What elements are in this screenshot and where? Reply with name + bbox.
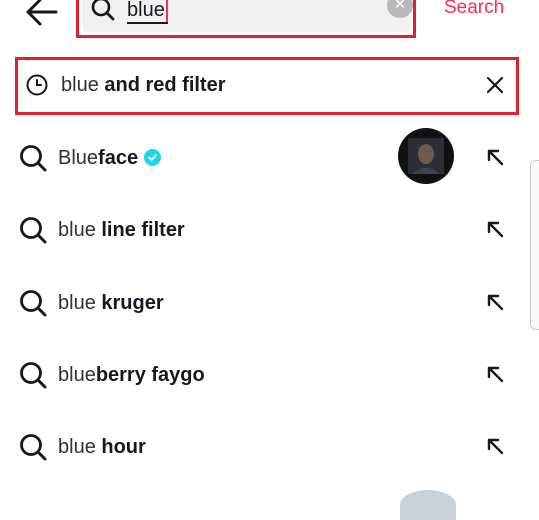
- search-button[interactable]: Search: [444, 0, 504, 20]
- search-icon: [20, 434, 47, 461]
- suggestion-suffix: face: [98, 147, 139, 169]
- top-bar: blue ✕ Search: [0, 0, 539, 44]
- back-arrow-icon: [26, 0, 58, 26]
- suggestion-prefix: blue: [58, 219, 96, 241]
- suggestion-suffix: hour: [95, 436, 146, 458]
- history-suffix: and red filter: [98, 74, 226, 96]
- close-icon: ✕: [393, 0, 407, 13]
- search-bar-highlight: blue ✕: [76, 0, 416, 38]
- suggestion-item[interactable]: blue kruger: [0, 288, 539, 360]
- suggestion-item[interactable]: blue line filter: [0, 215, 539, 287]
- history-text: blue and red filter: [61, 73, 226, 97]
- search-input[interactable]: blue: [127, 0, 168, 24]
- fill-arrow-icon[interactable]: [484, 291, 506, 313]
- suggestion-prefix: blue: [58, 292, 96, 314]
- verified-badge-icon: [144, 149, 162, 166]
- fill-arrow-icon[interactable]: [484, 363, 506, 385]
- suggestion-suffix: line filter: [95, 219, 185, 241]
- fill-arrow-icon[interactable]: [484, 146, 506, 168]
- suggestion-text: blueberry faygo: [58, 363, 205, 387]
- suggestion-text: Blueface: [58, 146, 162, 170]
- suggestion-item[interactable]: blue hour: [0, 432, 539, 504]
- suggestion-suffix: kruger: [95, 292, 164, 314]
- text-caret: [165, 0, 168, 22]
- search-icon: [91, 0, 115, 21]
- clock-icon: [26, 74, 48, 96]
- suggestion-prefix: Blue: [58, 147, 99, 169]
- remove-history-button[interactable]: [484, 74, 506, 96]
- suggestion-item[interactable]: blueberry faygo: [0, 360, 539, 432]
- suggestion-text: blue hour: [58, 435, 146, 459]
- search-icon: [20, 145, 47, 172]
- suggestion-text: blue kruger: [58, 291, 164, 315]
- search-icon: [20, 362, 47, 389]
- suggestion-prefix: blue: [58, 436, 96, 458]
- scrollbar[interactable]: [530, 160, 539, 330]
- search-query: blue: [127, 0, 165, 21]
- search-field[interactable]: blue ✕: [82, 0, 413, 32]
- fill-arrow-icon[interactable]: [484, 435, 506, 457]
- fill-arrow-icon[interactable]: [484, 218, 506, 240]
- history-prefix: blue: [61, 74, 99, 96]
- back-button[interactable]: [22, 0, 62, 30]
- search-icon: [20, 290, 47, 317]
- suggestion-text: blue line filter: [58, 218, 185, 242]
- avatar: [398, 128, 454, 184]
- history-item[interactable]: blue and red filter: [15, 57, 519, 115]
- avatar: [400, 490, 456, 520]
- search-icon: [20, 217, 47, 244]
- suggestion-prefix: blue: [58, 364, 96, 386]
- suggestion-item[interactable]: Blueface: [0, 128, 539, 215]
- clear-search-button[interactable]: ✕: [387, 0, 413, 18]
- suggestion-suffix: berry faygo: [95, 364, 205, 386]
